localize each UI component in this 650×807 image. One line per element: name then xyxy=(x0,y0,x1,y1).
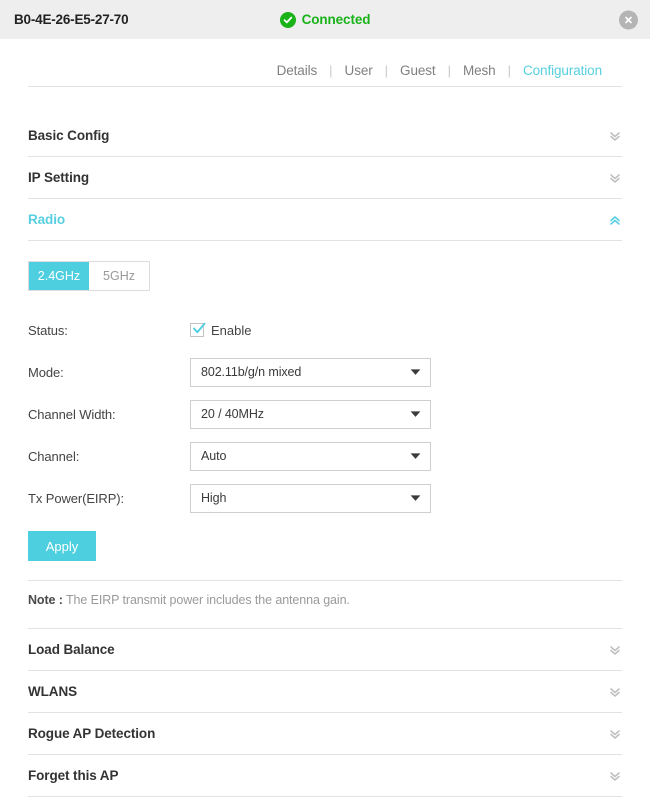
chevron-double-down-icon[interactable] xyxy=(608,643,622,657)
mode-label: Mode: xyxy=(28,365,190,380)
tx-power-label: Tx Power(EIRP): xyxy=(28,491,190,506)
section-radio-title: Radio xyxy=(28,212,65,227)
section-divider-forget-this-ap xyxy=(28,796,622,797)
chevron-double-up-icon[interactable] xyxy=(608,213,622,227)
row-status: Status: Enable xyxy=(28,309,622,351)
chevron-double-down-icon[interactable] xyxy=(608,171,622,185)
tx-power-select[interactable]: High xyxy=(190,484,431,513)
chevron-double-down-icon[interactable] xyxy=(608,129,622,143)
section-tab-bar: Details | User | Guest | Mesh | Configur… xyxy=(0,39,650,86)
chevron-double-down-icon[interactable] xyxy=(608,727,622,741)
checkbox-box[interactable] xyxy=(190,323,204,337)
tab-details[interactable]: Details xyxy=(265,63,330,78)
section-forget-this-ap[interactable]: Forget this AP xyxy=(0,755,650,796)
channel-select[interactable]: Auto xyxy=(190,442,431,471)
section-ip-setting-title: IP Setting xyxy=(28,170,89,185)
tab-guest[interactable]: Guest xyxy=(388,63,448,78)
status-enable-checkbox[interactable]: Enable xyxy=(190,323,251,338)
section-wlans[interactable]: WLANS xyxy=(0,671,650,712)
section-ip-setting[interactable]: IP Setting xyxy=(0,157,650,198)
channel-width-select[interactable]: 20 / 40MHz xyxy=(190,400,431,429)
row-tx-power: Tx Power(EIRP): High xyxy=(28,477,622,519)
tab-mesh[interactable]: Mesh xyxy=(451,63,508,78)
connection-status-label: Connected xyxy=(302,12,371,27)
channel-label: Channel: xyxy=(28,449,190,464)
tab-configuration[interactable]: Configuration xyxy=(511,63,614,78)
device-mac-address: B0-4E-26-E5-27-70 xyxy=(14,12,128,27)
status-label: Status: xyxy=(28,323,190,338)
section-load-balance[interactable]: Load Balance xyxy=(0,629,650,670)
mode-select-value: 802.11b/g/n mixed xyxy=(201,365,301,379)
section-radio[interactable]: Radio xyxy=(0,199,650,240)
section-basic-config-title: Basic Config xyxy=(28,128,109,143)
mode-select[interactable]: 802.11b/g/n mixed xyxy=(190,358,431,387)
band-tab-5ghz[interactable]: 5GHz xyxy=(89,262,149,290)
check-icon xyxy=(191,321,207,337)
section-forget-this-ap-title: Forget this AP xyxy=(28,768,118,783)
section-wlans-title: WLANS xyxy=(28,684,77,699)
channel-select-value: Auto xyxy=(201,449,226,463)
enable-label: Enable xyxy=(211,323,251,338)
apply-button[interactable]: Apply xyxy=(28,531,96,561)
section-load-balance-title: Load Balance xyxy=(28,642,115,657)
section-basic-config[interactable]: Basic Config xyxy=(0,115,650,156)
caret-down-icon[interactable] xyxy=(410,452,421,460)
tx-power-select-value: High xyxy=(201,491,226,505)
note-prefix: Note : xyxy=(28,593,63,607)
radio-settings-panel: 2.4GHz 5GHz Status: Enable Mode: 802.11b… xyxy=(0,241,650,607)
tab-user[interactable]: User xyxy=(333,63,385,78)
window-titlebar: B0-4E-26-E5-27-70 Connected xyxy=(0,0,650,39)
band-tab-group: 2.4GHz 5GHz xyxy=(28,261,150,291)
section-rogue-ap-detection-title: Rogue AP Detection xyxy=(28,726,155,741)
row-channel: Channel: Auto xyxy=(28,435,622,477)
check-circle-icon xyxy=(280,12,296,28)
channel-width-label: Channel Width: xyxy=(28,407,190,422)
caret-down-icon[interactable] xyxy=(410,410,421,418)
section-rogue-ap-detection[interactable]: Rogue AP Detection xyxy=(0,713,650,754)
channel-width-select-value: 20 / 40MHz xyxy=(201,407,264,421)
caret-down-icon[interactable] xyxy=(410,368,421,376)
row-channel-width: Channel Width: 20 / 40MHz xyxy=(28,393,622,435)
caret-down-icon[interactable] xyxy=(410,494,421,502)
band-tab-24ghz[interactable]: 2.4GHz xyxy=(29,262,89,290)
row-mode: Mode: 802.11b/g/n mixed xyxy=(28,351,622,393)
chevron-double-down-icon[interactable] xyxy=(608,769,622,783)
note-text: Note : The EIRP transmit power includes … xyxy=(28,581,622,607)
note-body: The EIRP transmit power includes the ant… xyxy=(63,593,350,607)
chevron-double-down-icon[interactable] xyxy=(608,685,622,699)
close-icon[interactable] xyxy=(619,10,638,29)
